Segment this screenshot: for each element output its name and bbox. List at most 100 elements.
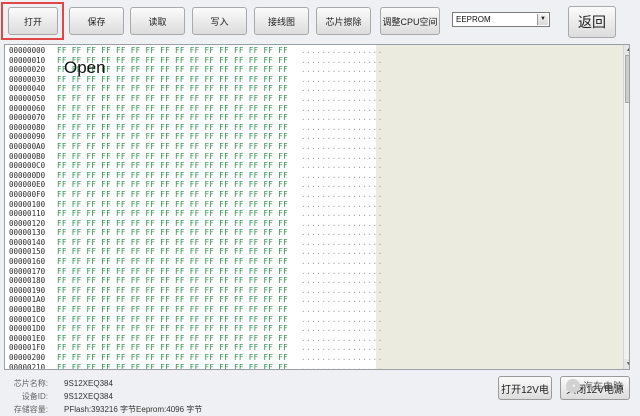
- hex-ascii: ................: [301, 353, 383, 362]
- wiring-diagram-button[interactable]: 接线图: [254, 7, 309, 35]
- vertical-scrollbar[interactable]: ▲ ▼: [623, 45, 629, 369]
- chip-name-value: 9S12XEQ384: [64, 379, 113, 388]
- hex-ascii: ................: [301, 122, 383, 132]
- hex-bytes: FF FF FF FF FF FF FF FF FF FF FF FF FF F…: [57, 132, 289, 142]
- hex-ascii: ................: [301, 141, 383, 151]
- hex-address: 00000020: [9, 65, 46, 75]
- hex-address: 00000100: [9, 199, 46, 209]
- hex-bytes: FF FF FF FF FF FF FF FF FF FF FF FF FF F…: [57, 199, 289, 209]
- hex-address: 000001E0: [9, 333, 46, 343]
- hex-address: 00000210: [9, 362, 46, 370]
- hex-bytes: FF FF FF FF FF FF FF FF FF FF FF FF FF F…: [57, 122, 289, 132]
- hex-bytes: FF FF FF FF FF FF FF FF FF FF FF FF FF F…: [57, 257, 289, 267]
- hex-ascii: ................: [301, 237, 383, 247]
- hex-bytes: FF FF FF FF FF FF FF FF FF FF FF FF FF F…: [57, 333, 289, 343]
- hex-ascii: ................: [301, 46, 383, 55]
- hex-address: 00000050: [9, 93, 46, 103]
- scroll-down-icon[interactable]: ▼: [624, 359, 629, 369]
- toolbar: 打开 保存 读取 写入 接线图 芯片擦除 调整CPU空间 EEPROM ▼ 返回: [0, 0, 640, 42]
- scrollbar-thumb[interactable]: [625, 55, 629, 103]
- hex-address: 000001F0: [9, 343, 46, 353]
- hex-bytes: FF FF FF FF FF FF FF FF FF FF FF FF FF F…: [57, 46, 289, 55]
- hex-ascii: ................: [301, 103, 383, 113]
- hex-ascii: ................: [301, 161, 383, 171]
- capacity-value: PFlash:393216 字节Eeprom:4096 字节: [64, 405, 203, 414]
- hex-ascii: ................: [301, 209, 383, 219]
- hex-ascii: ................: [301, 65, 383, 75]
- hex-bytes: FF FF FF FF FF FF FF FF FF FF FF FF FF F…: [57, 141, 289, 151]
- hex-address: 00000130: [9, 228, 46, 238]
- hex-address: 000001A0: [9, 295, 46, 305]
- hex-ascii: ................: [301, 257, 383, 267]
- hex-ascii: ................: [301, 180, 383, 190]
- chip-name-line: 芯片名称: 9S12XEQ384: [0, 378, 300, 390]
- hex-ascii: ................: [301, 266, 383, 276]
- hex-address: 00000160: [9, 257, 46, 267]
- hex-address: 00000000: [9, 46, 46, 55]
- open-button[interactable]: 打开: [8, 7, 58, 35]
- memory-type-select[interactable]: EEPROM ▼: [452, 12, 550, 27]
- capacity-label: 存储容量:: [13, 405, 48, 414]
- save-button[interactable]: 保存: [69, 7, 124, 35]
- hex-address: 00000180: [9, 276, 46, 286]
- hex-ascii: ................: [301, 285, 383, 295]
- capacity-line: 存储容量: PFlash:393216 字节Eeprom:4096 字节: [0, 404, 400, 416]
- hex-address: 00000140: [9, 237, 46, 247]
- hex-ascii: ................: [301, 343, 383, 353]
- back-button[interactable]: 返回: [568, 6, 616, 38]
- hex-address: 00000200: [9, 353, 46, 362]
- hex-bytes: FF FF FF FF FF FF FF FF FF FF FF FF FF F…: [57, 161, 289, 171]
- hex-bytes: FF FF FF FF FF FF FF FF FF FF FF FF FF F…: [57, 362, 289, 370]
- watermark: ◔ 汽车电脑: [566, 378, 623, 393]
- hex-address: 000000A0: [9, 141, 46, 151]
- wechat-icon: ◔: [566, 378, 580, 393]
- write-button[interactable]: 写入: [192, 7, 247, 35]
- open-12v-power-button[interactable]: 打开12V电: [498, 376, 552, 400]
- hex-address: 00000190: [9, 285, 46, 295]
- hex-ascii: ................: [301, 189, 383, 199]
- hex-address: 00000070: [9, 113, 46, 123]
- hex-view[interactable]: 00000000 FF FF FF FF FF FF FF FF FF FF FF…: [4, 44, 630, 370]
- hex-address: 00000080: [9, 122, 46, 132]
- device-id-line: 设备ID: 9S12XEQ384: [0, 391, 300, 403]
- hex-address: 000000E0: [9, 180, 46, 190]
- hex-address: 00000040: [9, 84, 46, 94]
- hex-ascii: ................: [301, 362, 383, 370]
- chip-name-label: 芯片名称:: [13, 379, 48, 388]
- adjust-cpu-space-button[interactable]: 调整CPU空间: [380, 7, 440, 35]
- hex-bytes: FF FF FF FF FF FF FF FF FF FF FF FF FF F…: [57, 228, 289, 238]
- hex-bytes: FF FF FF FF FF FF FF FF FF FF FF FF FF F…: [57, 266, 289, 276]
- hex-ascii: ................: [301, 305, 383, 315]
- device-id-value: 9S12XEQ384: [64, 392, 113, 401]
- hex-bytes: FF FF FF FF FF FF FF FF FF FF FF FF FF F…: [57, 84, 289, 94]
- hex-bytes: FF FF FF FF FF FF FF FF FF FF FF FF FF F…: [57, 151, 289, 161]
- hex-ascii: ................: [301, 295, 383, 305]
- hex-ascii: ................: [301, 218, 383, 228]
- hex-address: 00000060: [9, 103, 46, 113]
- hex-ascii: ................: [301, 228, 383, 238]
- device-id-label: 设备ID:: [21, 392, 48, 401]
- hex-ascii: ................: [301, 333, 383, 343]
- hex-bytes: FF FF FF FF FF FF FF FF FF FF FF FF FF F…: [57, 324, 289, 334]
- read-button[interactable]: 读取: [130, 7, 185, 35]
- hex-bytes: FF FF FF FF FF FF FF FF FF FF FF FF FF F…: [57, 218, 289, 228]
- hex-address: 00000030: [9, 74, 46, 84]
- hex-ascii: ................: [301, 151, 383, 161]
- hex-address: 000001C0: [9, 314, 46, 324]
- hex-bytes: FF FF FF FF FF FF FF FF FF FF FF FF FF F…: [57, 276, 289, 286]
- hex-bytes: FF FF FF FF FF FF FF FF FF FF FF FF FF F…: [57, 295, 289, 305]
- hex-bytes: FF FF FF FF FF FF FF FF FF FF FF FF FF F…: [57, 314, 289, 324]
- chevron-down-icon[interactable]: ▼: [537, 14, 548, 25]
- hex-bytes: FF FF FF FF FF FF FF FF FF FF FF FF FF F…: [57, 103, 289, 113]
- hex-bytes: FF FF FF FF FF FF FF FF FF FF FF FF FF F…: [57, 353, 289, 362]
- scroll-up-icon[interactable]: ▲: [624, 45, 629, 55]
- hex-ascii: ................: [301, 93, 383, 103]
- watermark-text: 汽车电脑: [583, 382, 623, 393]
- chip-erase-button[interactable]: 芯片擦除: [316, 7, 371, 35]
- hex-bytes: FF FF FF FF FF FF FF FF FF FF FF FF FF F…: [57, 237, 289, 247]
- hex-bytes: FF FF FF FF FF FF FF FF FF FF FF FF FF F…: [57, 93, 289, 103]
- hex-address: 00000090: [9, 132, 46, 142]
- open-annotation-label: Open: [64, 58, 106, 77]
- hex-address: 000000D0: [9, 170, 46, 180]
- hex-ascii: ................: [301, 55, 383, 65]
